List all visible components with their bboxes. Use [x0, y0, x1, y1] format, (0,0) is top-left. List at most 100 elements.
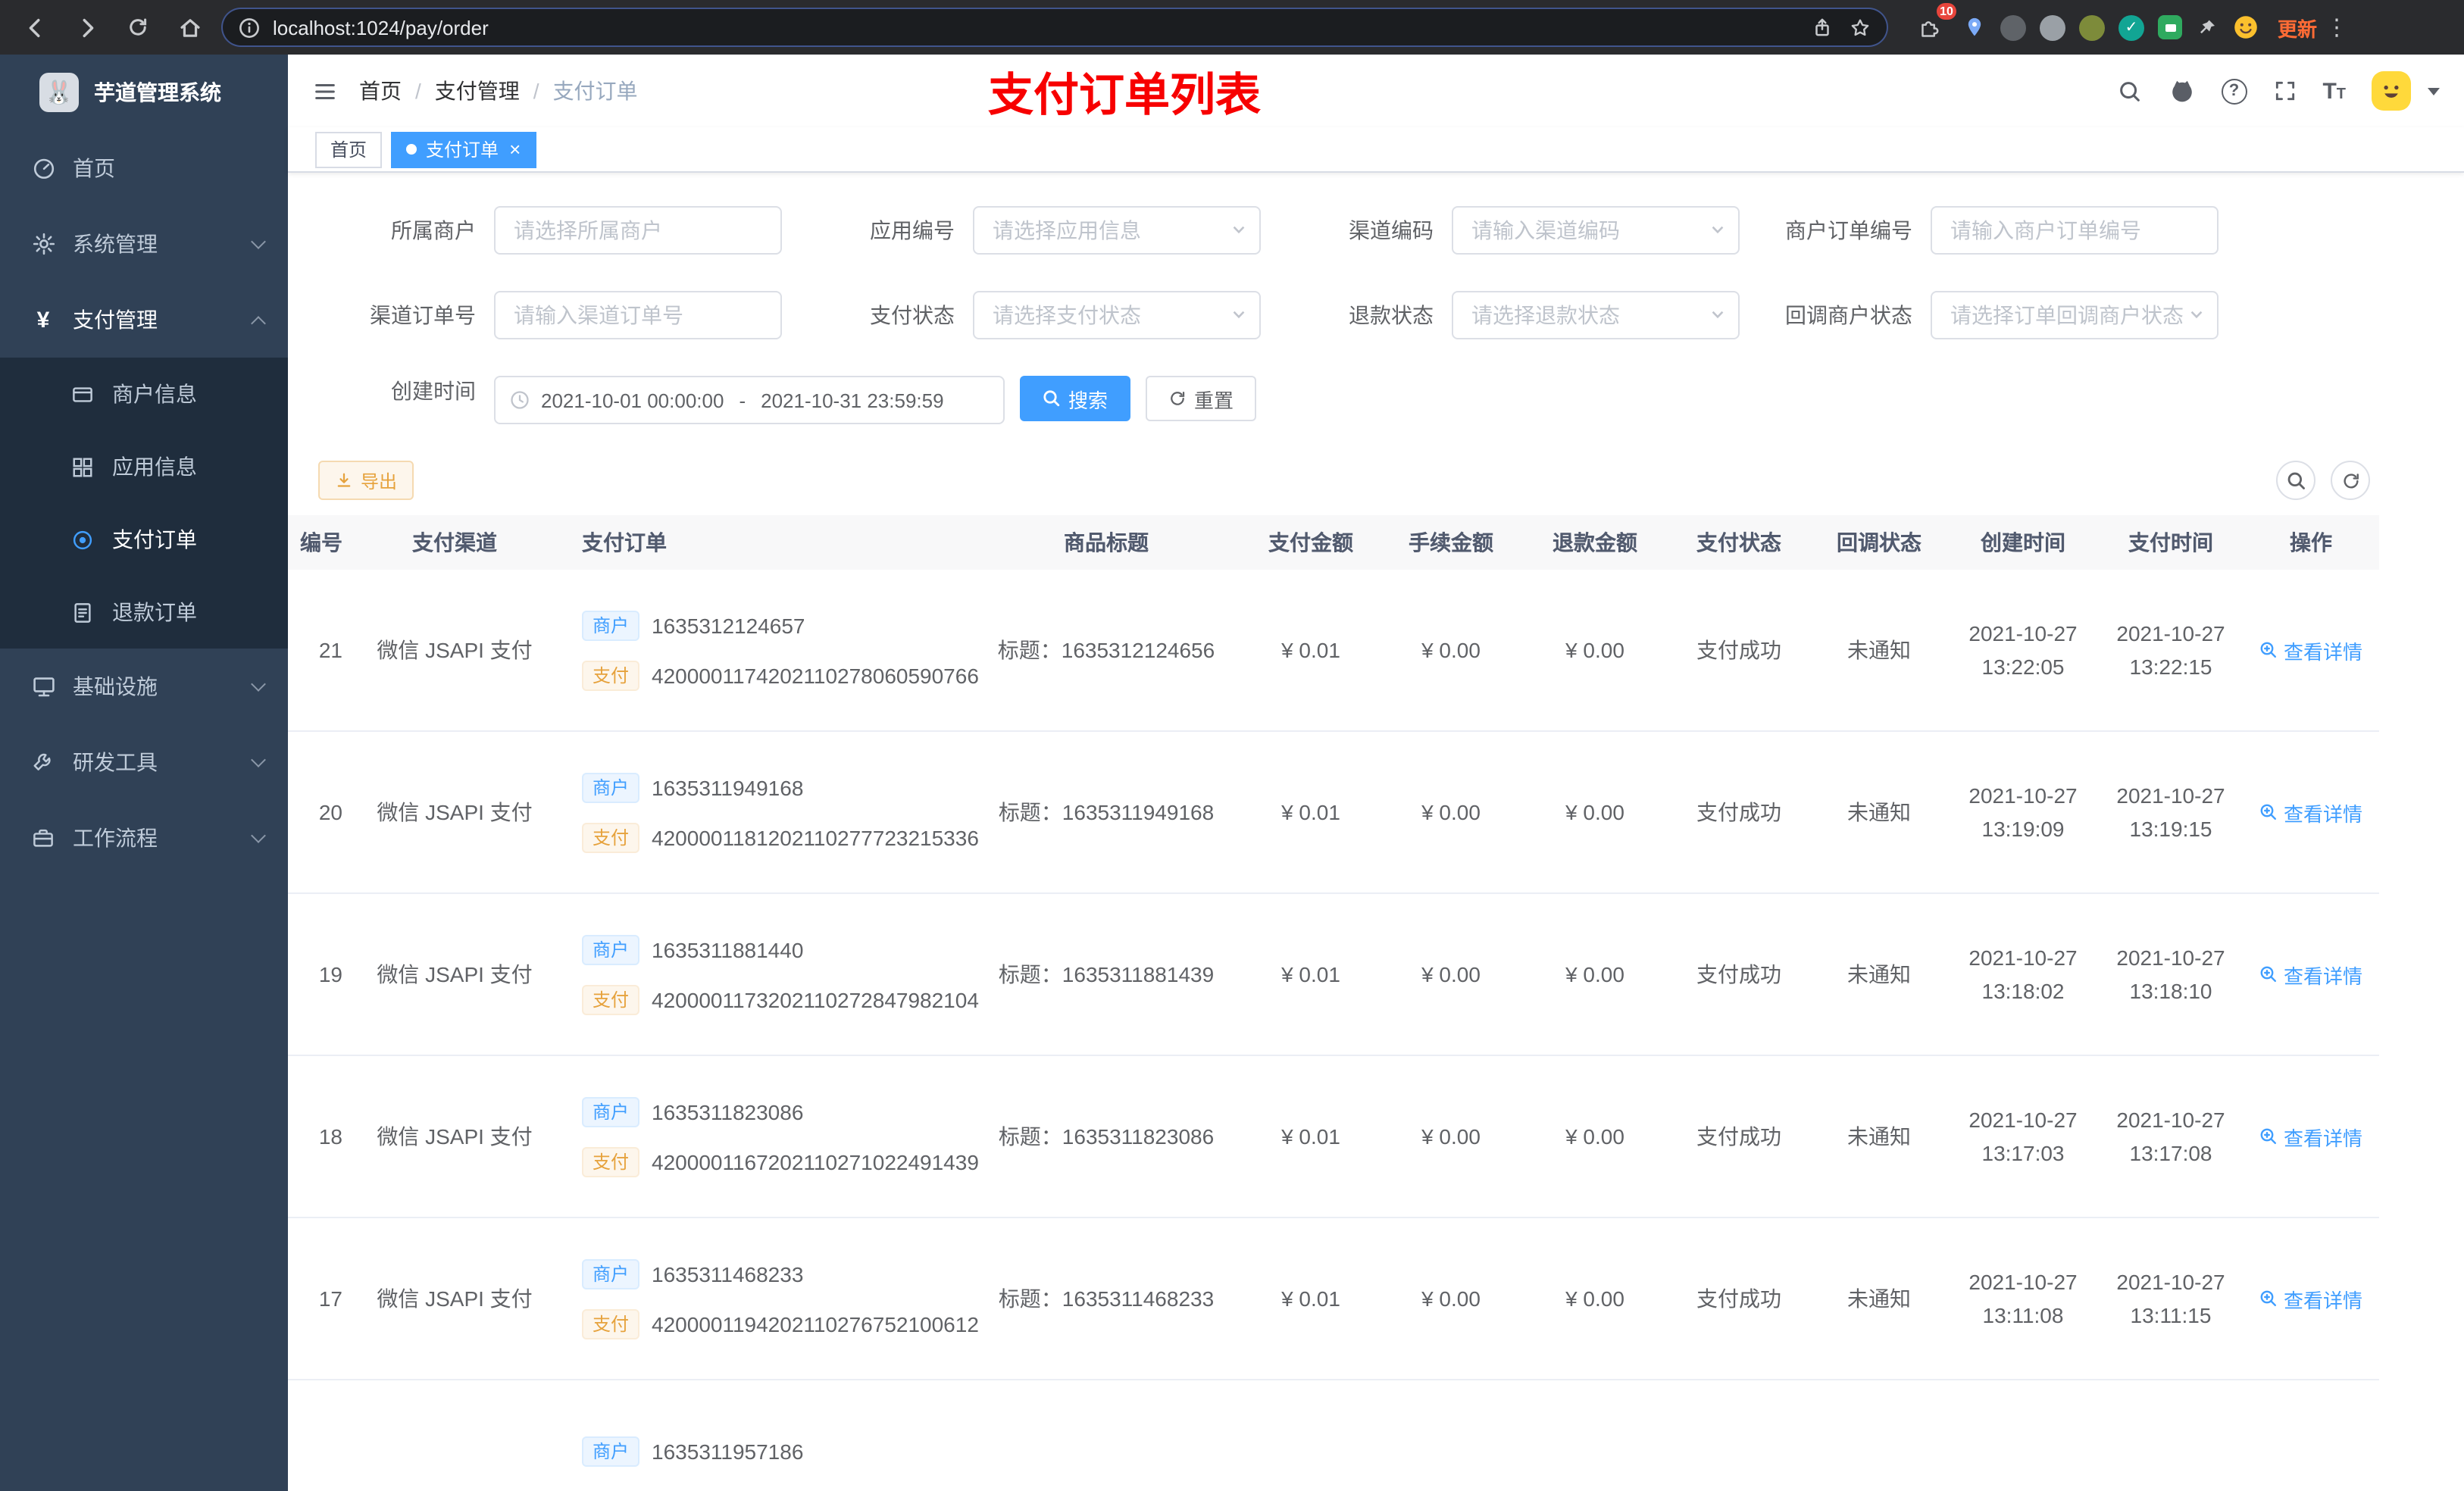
navbar-actions: ? TT	[2116, 71, 2440, 111]
filter-select-field[interactable]	[1452, 291, 1740, 339]
filter-field: 渠道订单号	[318, 291, 797, 339]
fullscreen-icon[interactable]	[2272, 79, 2297, 103]
filter-input[interactable]	[1931, 206, 2219, 255]
view-detail-link[interactable]: 查看详情	[2259, 798, 2362, 827]
tab-home[interactable]: 首页	[315, 131, 383, 167]
location-pin-icon[interactable]	[1962, 15, 1987, 39]
question-icon[interactable]: ?	[2221, 78, 2247, 104]
sidebar-item-workflow[interactable]: 工作流程	[0, 800, 288, 876]
extension-icon-gray[interactable]	[2000, 14, 2026, 40]
cell-pay-time: 2021-10-27 13:17:08	[2099, 1056, 2243, 1217]
close-icon[interactable]: ×	[509, 139, 521, 159]
cell-pay-order: 商户 1635311823086 支付 42000011672021102710…	[546, 1056, 979, 1217]
filter-select-field[interactable]	[1931, 291, 2219, 339]
reload-icon[interactable]	[118, 8, 158, 47]
profile-smiley-icon[interactable]	[2232, 14, 2259, 41]
date-start[interactable]: 2021-10-01 00:00:00	[541, 389, 724, 411]
filter-select[interactable]	[973, 206, 1261, 255]
filter-select[interactable]	[1452, 291, 1740, 339]
cell-status: 支付成功	[1667, 1056, 1811, 1217]
column-header: 商品标题	[1064, 530, 1149, 555]
filter-select-field[interactable]	[973, 206, 1261, 255]
table-body: 21 微信 JSAPI 支付 商户 1635312124657 支付 42000…	[288, 570, 2379, 1491]
forward-icon[interactable]	[67, 8, 106, 47]
cell-channel: 微信 JSAPI 支付	[364, 732, 546, 892]
font-size-icon[interactable]: TT	[2322, 80, 2346, 102]
site-info-icon[interactable]	[238, 16, 261, 39]
filter-input-field[interactable]	[494, 206, 782, 255]
refresh-icon[interactable]	[2331, 461, 2370, 500]
refund-amount: ¥ 0.00	[1565, 962, 1624, 986]
check-circle-extension-icon[interactable]: ✓	[2118, 14, 2144, 40]
cell-channel: 微信 JSAPI 支付	[364, 1056, 546, 1217]
table-header: 编号 支付渠道 支付订单 商品标题 支付金额 手续金额 退款金额 支付状态 回调状态 创建时间 支付…	[288, 515, 2379, 570]
merchant-order-line: 商户 1635311949168	[582, 772, 803, 802]
sidebar-item-label: 应用信息	[112, 455, 197, 479]
view-detail-link[interactable]: 查看详情	[2259, 960, 2362, 989]
home-icon[interactable]	[170, 8, 209, 47]
extensions-puzzle-icon[interactable]: 10	[1909, 3, 1956, 47]
table-row: 17 微信 JSAPI 支付 商户 1635311468233 支付 42000…	[288, 1218, 2379, 1380]
share-icon[interactable]	[1811, 16, 1834, 39]
sidebar-item-merchant-info[interactable]: 商户信息	[0, 358, 288, 430]
toggle-search-icon[interactable]	[2276, 461, 2315, 500]
filter-select[interactable]	[973, 291, 1261, 339]
search-icon[interactable]	[2116, 78, 2142, 104]
sidebar-item-refund-order[interactable]: 退款订单	[0, 576, 288, 649]
date-range-picker[interactable]: 2021-10-01 00:00:00 - 2021-10-31 23:59:5…	[494, 376, 1005, 424]
sidebar-item-system[interactable]: 系统管理	[0, 206, 288, 282]
filter-select[interactable]	[1931, 291, 2219, 339]
view-detail-link[interactable]: 查看详情	[2259, 636, 2362, 664]
github-icon[interactable]	[2168, 77, 2195, 105]
sidebar-item-label: 首页	[73, 156, 115, 180]
merchant-order-no: 1635311881440	[652, 937, 804, 961]
filter-input-field[interactable]	[1931, 206, 2219, 255]
fee-amount: ¥ 0.00	[1421, 962, 1481, 986]
search-button[interactable]: 搜索	[1020, 376, 1131, 421]
filter-input[interactable]	[494, 206, 782, 255]
chat-extension-icon[interactable]	[2158, 15, 2182, 39]
extension-icon-green[interactable]	[2079, 14, 2105, 40]
merchant-tag: 商户	[582, 1436, 640, 1466]
sidebar-item-app-info[interactable]: 应用信息	[0, 430, 288, 503]
avatar-dropdown-caret[interactable]	[2428, 87, 2440, 95]
sidebar-item-infra[interactable]: 基础设施	[0, 649, 288, 724]
reset-button[interactable]: 重置	[1146, 376, 1257, 421]
filter-select-field[interactable]	[1452, 206, 1740, 255]
browser-update-button[interactable]: 更新	[2278, 13, 2317, 42]
extension-icon-light[interactable]	[2040, 14, 2065, 40]
app-logo[interactable]: 🐰 芋道管理系统	[0, 55, 288, 130]
url-text[interactable]: localhost:1024/pay/order	[273, 16, 1799, 39]
breadcrumb-payment[interactable]: 支付管理	[435, 76, 520, 106]
cell-title: 标题：1635311468233	[970, 1218, 1243, 1379]
chevron-down-icon	[251, 752, 266, 767]
sidebar-item-pay-order[interactable]: 支付订单	[0, 503, 288, 576]
view-detail-link[interactable]: 查看详情	[2259, 1122, 2362, 1151]
hamburger-icon[interactable]	[312, 78, 338, 104]
sidebar-item-dev-tools[interactable]: 研发工具	[0, 724, 288, 800]
create-time: 13:11:08	[1982, 1302, 2064, 1327]
back-icon[interactable]	[15, 8, 55, 47]
sidebar-item-label: 商户信息	[112, 382, 197, 406]
filter-input[interactable]	[494, 291, 782, 339]
address-bar[interactable]: localhost:1024/pay/order	[221, 8, 1888, 47]
sidebar-item-home[interactable]: 首页	[0, 130, 288, 206]
chevron-down-icon	[251, 828, 266, 843]
bookmark-star-icon[interactable]	[1849, 16, 1871, 39]
pay-channel: 微信 JSAPI 支付	[377, 800, 533, 824]
browser-menu-icon[interactable]: ⋮	[2317, 8, 2356, 47]
pushpin-icon[interactable]	[2196, 16, 2219, 39]
breadcrumb-home[interactable]: 首页	[359, 76, 402, 106]
notify-status: 未通知	[1847, 962, 1911, 986]
cell-create-time	[1947, 1380, 2099, 1491]
cell-pay-time: 2021-10-27 13:11:15	[2099, 1218, 2243, 1379]
sidebar-item-payment[interactable]: ¥ 支付管理	[0, 282, 288, 358]
view-detail-link[interactable]: 查看详情	[2259, 1284, 2362, 1313]
filter-select-field[interactable]	[973, 291, 1261, 339]
filter-input-field[interactable]	[494, 291, 782, 339]
date-end[interactable]: 2021-10-31 23:59:59	[761, 389, 943, 411]
filter-select[interactable]	[1452, 206, 1740, 255]
tab-pay-order[interactable]: 支付订单 ×	[391, 131, 536, 167]
export-button[interactable]: 导出	[318, 461, 414, 500]
user-avatar[interactable]	[2372, 71, 2411, 111]
